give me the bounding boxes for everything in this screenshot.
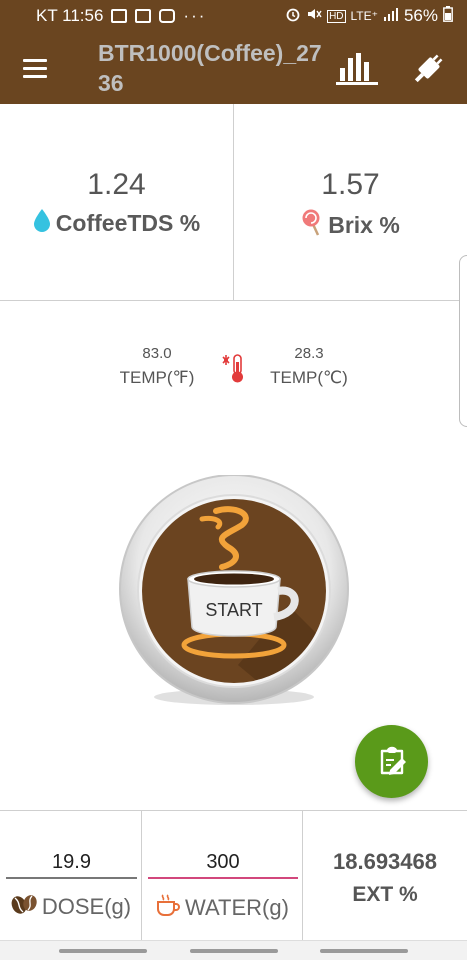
brix-label-row: Brix % — [301, 208, 400, 242]
temp-fahrenheit-label: TEMP(℉) — [119, 368, 195, 387]
dose-label: DOSE(g) — [41, 894, 132, 919]
temp-celsius-value: 28.3 — [294, 345, 324, 362]
coffee-cup-icon — [119, 474, 349, 705]
ext-value: 18.693468 — [333, 849, 437, 874]
temp-celsius-label: TEMP(℃) — [270, 368, 348, 387]
brix-value: 1.57 — [321, 168, 380, 201]
temp-fahrenheit: 83.0 TEMP(℉) — [108, 343, 206, 391]
battery-percent: 56% — [403, 6, 438, 25]
water-label: WATER(g) — [185, 895, 289, 920]
temp-celsius: 28.3 TEMP(℃) — [260, 343, 358, 391]
water-input[interactable]: 300 — [148, 847, 298, 879]
start-label: START — [205, 600, 263, 620]
nav-back-button[interactable] — [320, 949, 408, 953]
image-icon — [135, 9, 152, 23]
start-button[interactable]: START — [118, 474, 350, 707]
coffee-bean-icon — [10, 893, 38, 921]
nav-home-button[interactable] — [190, 949, 278, 953]
readings-panel: 1.24 CoffeeTDS % 1.57 Brix % — [0, 104, 467, 301]
edit-note-icon — [380, 746, 406, 775]
coffee-tds-label: CoffeeTDS % — [55, 209, 201, 236]
dose-input[interactable]: 19.9 — [6, 847, 137, 879]
status-bar: KT 11:56 ··· HD LTE⁺ 56% — [0, 0, 467, 32]
ext-label: EXT % — [352, 883, 418, 906]
dose-label-row: DOSE(g) — [0, 893, 141, 921]
more-notifications-indicator: ··· — [183, 6, 207, 25]
lollipop-icon — [301, 208, 323, 242]
coffee-tds-value: 1.24 — [87, 168, 146, 201]
app-notification-icon — [159, 9, 176, 23]
coffee-tds-card: 1.24 CoffeeTDS % — [0, 104, 234, 300]
system-nav-bar — [0, 940, 467, 960]
hd-icon: HD — [327, 9, 346, 23]
temp-fahrenheit-value: 83.0 — [142, 345, 172, 362]
brix-card: 1.57 Brix % — [234, 104, 467, 300]
mute-icon — [306, 6, 322, 27]
bar-chart-icon[interactable] — [335, 46, 379, 90]
water-field: 300 WATER(g) — [142, 811, 303, 940]
nav-recents-button[interactable] — [59, 949, 147, 953]
thermometer-icon — [220, 352, 248, 389]
device-title: BTR1000(Coffee)_2736 — [98, 40, 322, 96]
dose-field: 19.9 DOSE(g) — [0, 811, 142, 940]
network-type: LTE⁺ — [350, 9, 378, 23]
brix-label: Brix % — [328, 211, 400, 238]
hamburger-icon[interactable] — [0, 32, 70, 104]
battery-icon — [443, 5, 453, 27]
app-bar: BTR1000(Coffee)_2736 — [0, 32, 467, 104]
water-label-row: WATER(g) — [142, 893, 302, 923]
alarm-icon — [285, 6, 301, 27]
coffee-tds-label-row: CoffeeTDS % — [33, 208, 200, 238]
message-icon — [111, 9, 128, 23]
status-time: KT 11:56 — [36, 6, 104, 25]
calculation-inputs: 19.9 DOSE(g) 300 WATER(g) 18.693468 EXT … — [0, 810, 467, 940]
edit-note-button[interactable] — [355, 725, 428, 798]
cup-icon — [155, 893, 181, 923]
signal-icon — [383, 6, 399, 26]
water-drop-icon — [33, 208, 51, 238]
connector-icon[interactable] — [407, 46, 451, 90]
ext-field: 18.693468 EXT % — [303, 811, 467, 940]
